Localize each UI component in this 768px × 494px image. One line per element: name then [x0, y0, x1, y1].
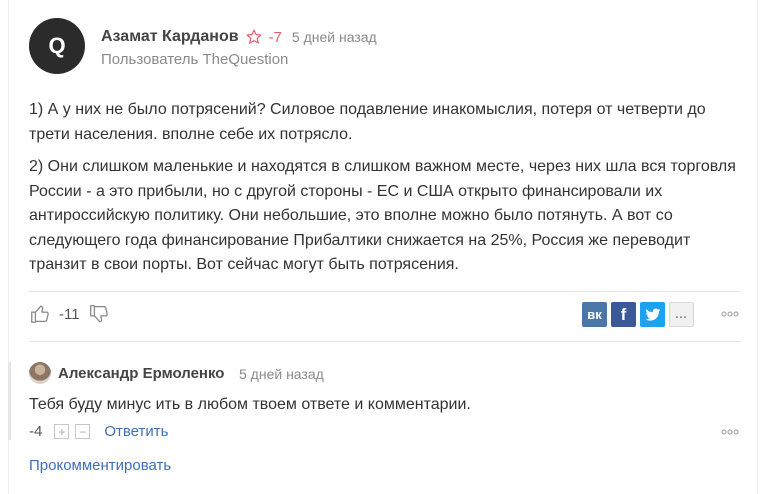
reply-link[interactable]: Ответить	[104, 423, 168, 440]
share-buttons: вк f ...	[582, 302, 694, 327]
dots-menu-icon[interactable]	[721, 311, 739, 317]
author-rating: -7	[268, 28, 282, 46]
comment-actions: -4 + − Ответить	[29, 423, 168, 440]
author-name[interactable]: Азамат Карданов	[101, 28, 239, 46]
divider	[29, 341, 741, 342]
answer-card: Q Азамат Карданов -7 5 дней назад Пользо…	[8, 0, 758, 494]
thumbs-down-icon[interactable]	[88, 303, 110, 325]
comment-score: -4	[29, 423, 43, 440]
author-avatar[interactable]: Q	[29, 18, 85, 74]
comment-text: Тебя буду минус ить в любом твоем ответе…	[29, 396, 471, 413]
vk-share-button[interactable]: вк	[582, 302, 607, 327]
add-comment-link[interactable]: Прокомментировать	[29, 457, 171, 474]
answer-paragraph-2: 2) Они слишком маленькие и находятся в с…	[29, 158, 736, 273]
divider	[29, 291, 741, 292]
vote-controls: -11	[29, 303, 110, 325]
facebook-share-button[interactable]: f	[611, 302, 636, 327]
answer-time[interactable]: 5 дней назад	[292, 29, 377, 45]
more-share-button[interactable]: ...	[669, 302, 694, 327]
comment-upvote-button[interactable]: +	[54, 424, 70, 439]
comment-author-avatar[interactable]	[29, 362, 51, 384]
comment-author-name[interactable]: Александр Ермоленко	[58, 365, 224, 382]
twitter-share-button[interactable]	[640, 302, 665, 327]
vk-icon: вк	[587, 307, 602, 322]
twitter-icon	[644, 308, 660, 321]
author-line: Азамат Карданов -7 5 дней назад	[101, 28, 377, 46]
dots-menu-icon[interactable]	[721, 429, 739, 435]
more-icon: ...	[675, 308, 688, 321]
facebook-icon: f	[620, 304, 627, 324]
comment-downvote-button[interactable]: −	[75, 424, 91, 439]
author-subtitle: Пользователь TheQuestion	[101, 51, 289, 68]
avatar-letter: Q	[48, 33, 66, 58]
comment-time[interactable]: 5 дней назад	[239, 366, 324, 382]
answer-votes: -11	[59, 305, 80, 323]
star-icon	[246, 29, 261, 44]
thumbs-up-icon[interactable]	[29, 303, 51, 325]
comment-thread-bar	[8, 362, 11, 440]
answer-paragraph-1: 1) А у них не было потрясений? Силовое п…	[29, 101, 706, 143]
